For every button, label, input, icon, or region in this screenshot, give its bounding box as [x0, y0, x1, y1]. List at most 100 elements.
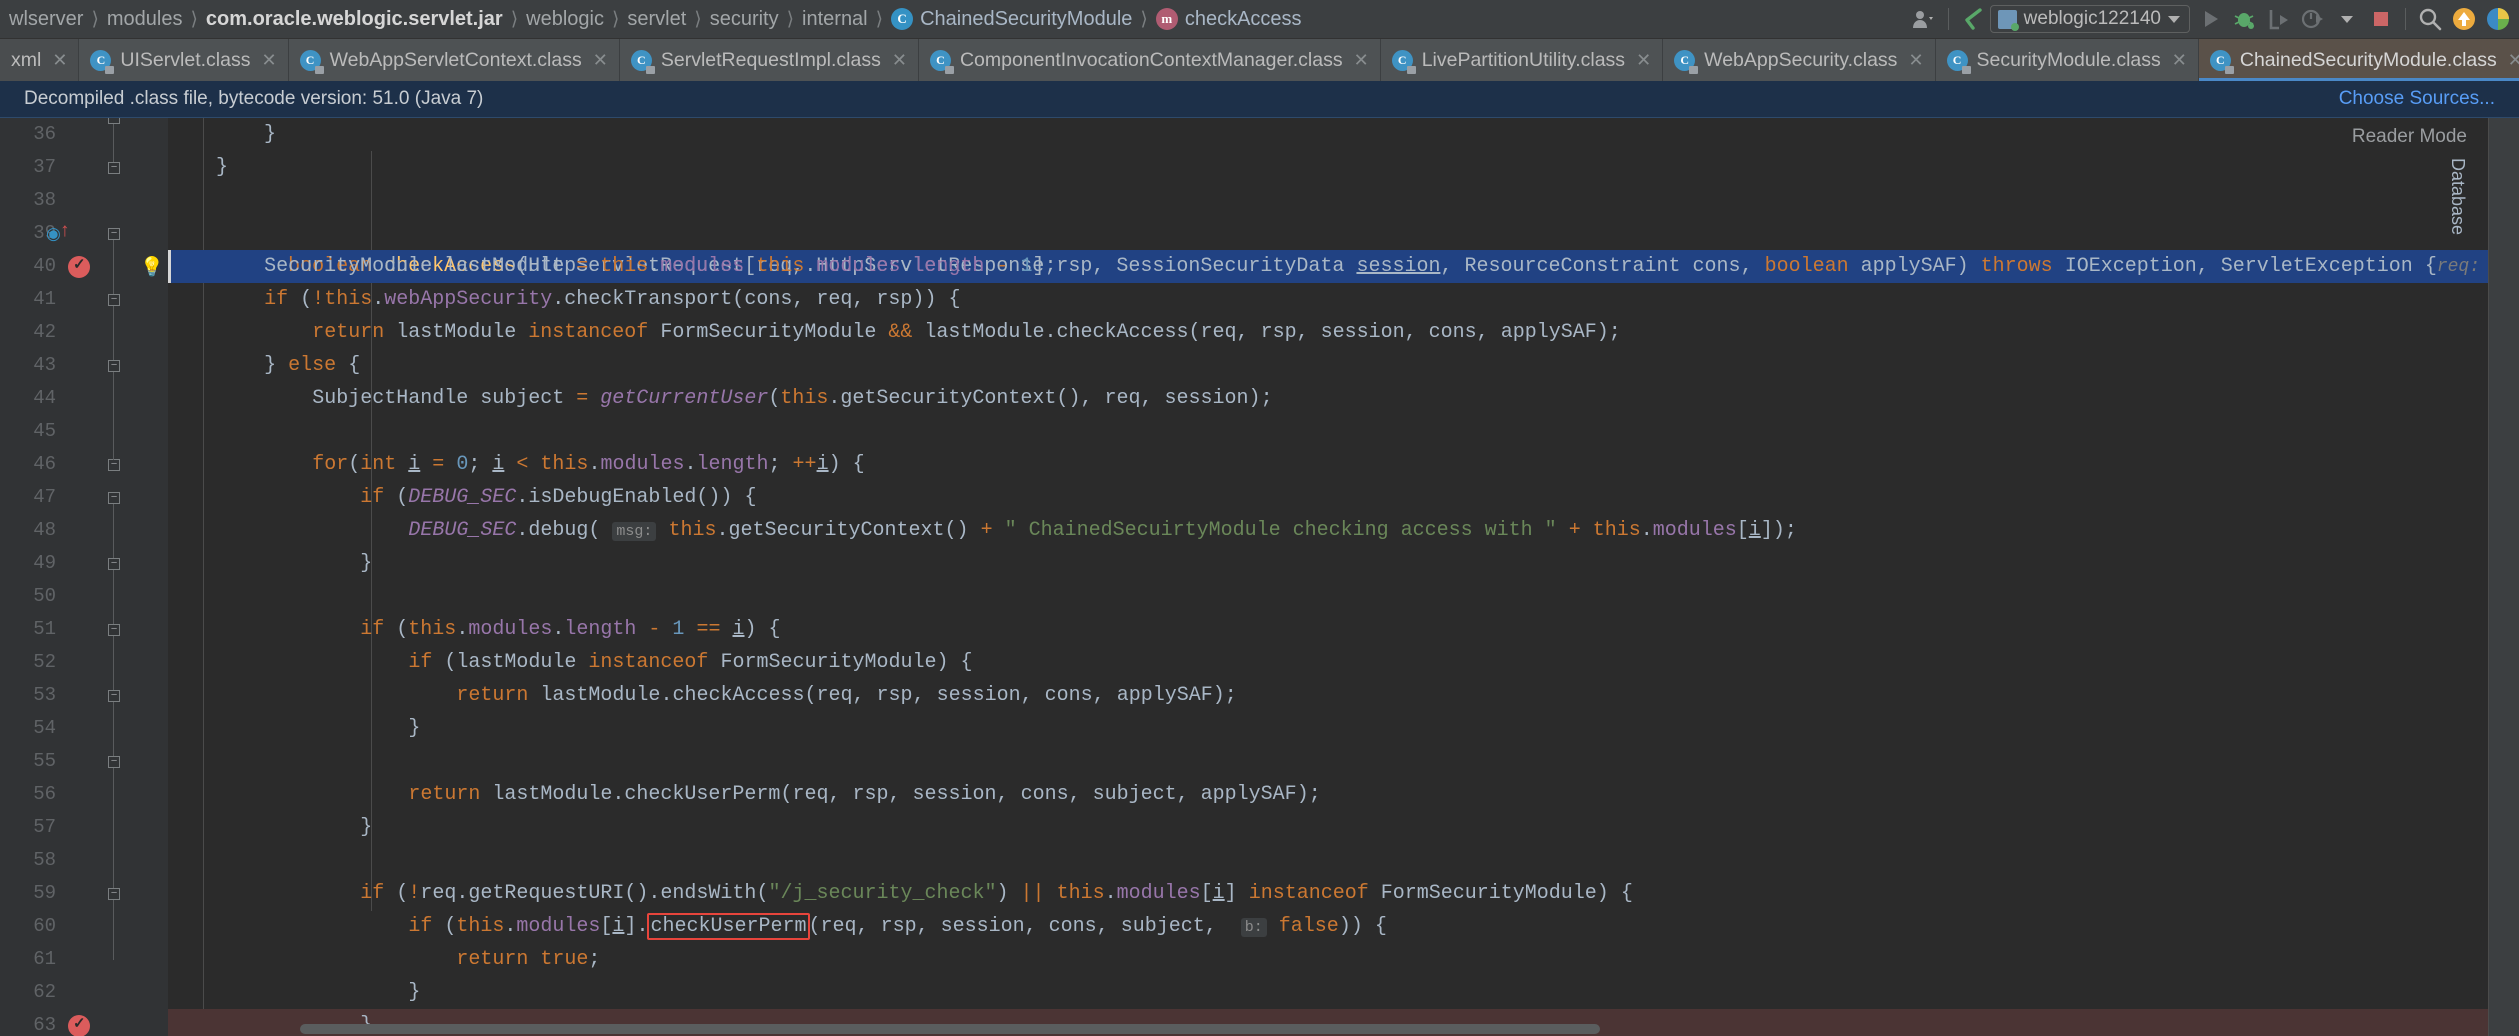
breadcrumb-item-weblogic[interactable]: weblogic [519, 8, 611, 31]
code-line[interactable]: } [168, 151, 2519, 184]
stop-icon[interactable] [2364, 2, 2398, 36]
debug-icon[interactable] [2228, 2, 2262, 36]
tab-label: ComponentInvocationContextManager.class [959, 48, 1343, 71]
horizontal-scrollbar-thumb[interactable] [300, 1024, 1600, 1034]
settings-icon[interactable] [2481, 2, 2515, 36]
code-line[interactable]: return true; [168, 943, 2519, 976]
update-project-icon[interactable] [2447, 2, 2481, 36]
keyword: this [600, 255, 649, 278]
editor-tab-partial[interactable]: xml ✕ [0, 39, 80, 81]
code-line[interactable]: } [168, 976, 2519, 1009]
close-icon[interactable]: ✕ [2172, 50, 2187, 71]
breadcrumb-item-servlet[interactable]: servlet [620, 8, 693, 31]
code-line[interactable]: return lastModule.checkAccess(req, rsp, … [168, 679, 2519, 712]
reader-mode-label[interactable]: Reader Mode [2352, 126, 2467, 148]
code-line[interactable]: if (DEBUG_SEC.isDebugEnabled()) { [168, 481, 2519, 514]
code-fold-toggle[interactable]: − [108, 360, 120, 372]
code-fold-toggle[interactable]: − [108, 294, 120, 306]
code-line[interactable]: } [168, 118, 2519, 151]
close-icon[interactable]: ✕ [892, 50, 907, 71]
tab-label: WebAppSecurity.class [1704, 48, 1898, 71]
editor-tab-uiservlet[interactable]: C UIServlet.class ✕ [79, 39, 289, 81]
identifier: req [792, 783, 829, 806]
code-line[interactable]: } else { [168, 349, 2519, 382]
code-line[interactable]: if (!this.webAppSecurity.checkTransport(… [168, 283, 2519, 316]
run-configuration-selector[interactable]: weblogic122140 [1989, 5, 2190, 33]
code-line[interactable]: return lastModule.checkUserPerm(req, rsp… [168, 778, 2519, 811]
intention-bulb-icon[interactable]: 💡 [140, 255, 164, 278]
editor-tab-componentinvocationcontextmanager[interactable]: C ComponentInvocationContextManager.clas… [918, 39, 1381, 81]
breadcrumb-item-class[interactable]: C ChainedSecurityModule [884, 8, 1139, 31]
code-line[interactable]: if (!req.getRequestURI().endsWith("/j_se… [168, 877, 2519, 910]
run-with-coverage-icon[interactable] [2262, 2, 2296, 36]
code-fold-toggle[interactable]: − [108, 228, 120, 240]
user-avatar-icon[interactable] [1907, 2, 1941, 36]
code-line-selected[interactable]: SecurityModule lastModule = this.modules… [168, 250, 2519, 283]
operator: ! [312, 288, 325, 311]
breadcrumb-item-modules[interactable]: modules [100, 8, 190, 31]
editor-tab-livepartitionutility[interactable]: C LivePartitionUtility.class ✕ [1380, 39, 1664, 81]
code-line[interactable] [168, 415, 2519, 448]
code-fold-toggle[interactable]: − [108, 888, 120, 900]
code-fold-toggle[interactable]: − [108, 624, 120, 636]
close-icon[interactable]: ✕ [2508, 50, 2519, 71]
code-line[interactable]: } [168, 547, 2519, 580]
breadcrumb-item-wlserver[interactable]: wlserver [2, 8, 90, 31]
vcs-update-icon[interactable] [1956, 2, 1990, 36]
profile-icon[interactable] [2296, 2, 2330, 36]
code-fold-toggle[interactable]: − [108, 492, 120, 504]
code-line[interactable]: if (this.modules.length - 1 == i) { [168, 613, 2519, 646]
editor-tab-servletrequestimpl[interactable]: C ServletRequestImpl.class ✕ [619, 39, 919, 81]
keyword: this [540, 453, 589, 476]
code-fold-toggle[interactable]: − [108, 162, 120, 174]
code-line[interactable] [168, 844, 2519, 877]
editor-gutter[interactable]: 36 37 38 39 40 41 42 43 44 45 46 47 48 4… [0, 118, 168, 1036]
identifier: FormSecurityModule [720, 651, 937, 674]
keyword: if [408, 915, 433, 938]
code-line-breakpoint[interactable]: if (this.modules[i]. checkUserPerm (req, r… [168, 910, 2519, 943]
identifier: cons [1044, 684, 1093, 707]
code-line[interactable]: SubjectHandle subject = getCurrentUser(t… [168, 382, 2519, 415]
sidebar-item-database[interactable]: Database [2447, 158, 2468, 235]
code-editor[interactable]: 36 37 38 39 40 41 42 43 44 45 46 47 48 4… [0, 118, 2519, 1036]
overriding-method-icon[interactable]: ◉ [46, 220, 70, 244]
editor-tab-chainedsecuritymodule[interactable]: C ChainedSecurityModule.class ✕ [2198, 39, 2519, 81]
choose-sources-link[interactable]: Choose Sources... [2339, 88, 2495, 110]
close-icon[interactable]: ✕ [593, 50, 608, 71]
close-icon[interactable]: ✕ [1354, 50, 1369, 71]
code-line[interactable]: DEBUG_SEC.debug( msg: this.getSecurityCo… [168, 514, 2519, 547]
editor-tab-webappsecurity[interactable]: C WebAppSecurity.class ✕ [1663, 39, 1936, 81]
identifier: debug [528, 519, 589, 542]
code-text-area[interactable]: } } boolean checkAccess(HttpServletReque… [168, 118, 2519, 1036]
editor-tab-securitymodule[interactable]: C SecurityModule.class ✕ [1935, 39, 2199, 81]
code-line[interactable] [168, 184, 2519, 217]
code-line[interactable]: } [168, 712, 2519, 745]
breakpoint-icon[interactable] [68, 255, 90, 278]
run-icon[interactable] [2194, 2, 2228, 36]
code-line-signature[interactable]: boolean checkAccess(HttpServletRequest r… [168, 217, 2519, 278]
code-line[interactable]: for(int i = 0; i < this.modules.length; … [168, 448, 2519, 481]
code-fold-toggle[interactable]: − [108, 118, 120, 124]
code-line[interactable]: return lastModule instanceof FormSecurit… [168, 316, 2519, 349]
breakpoint-icon[interactable] [68, 1014, 90, 1036]
code-fold-toggle[interactable]: − [108, 690, 120, 702]
breadcrumb-item-security[interactable]: security [703, 8, 786, 31]
code-fold-toggle[interactable]: − [108, 756, 120, 768]
breadcrumb-item-internal[interactable]: internal [795, 8, 875, 31]
code-fold-toggle[interactable]: − [108, 459, 120, 471]
close-icon[interactable]: ✕ [1908, 50, 1923, 71]
code-line[interactable]: } [168, 811, 2519, 844]
code-line[interactable] [168, 580, 2519, 613]
breadcrumb-item-jar[interactable]: com.oracle.weblogic.servlet.jar [199, 8, 510, 31]
close-icon[interactable]: ✕ [261, 50, 276, 71]
code-fold-toggle[interactable]: − [108, 558, 120, 570]
editor-tab-webappservletcontext[interactable]: C WebAppServletContext.class ✕ [288, 39, 620, 81]
close-icon[interactable]: ✕ [52, 50, 67, 71]
number-literal: 0 [456, 453, 469, 476]
breadcrumb-item-method[interactable]: m checkAccess [1149, 8, 1309, 31]
search-everywhere-icon[interactable] [2413, 2, 2447, 36]
profile-dropdown-caret[interactable] [2330, 2, 2364, 36]
code-line[interactable]: if (lastModule instanceof FormSecurityMo… [168, 646, 2519, 679]
code-line[interactable] [168, 745, 2519, 778]
close-icon[interactable]: ✕ [1636, 50, 1651, 71]
